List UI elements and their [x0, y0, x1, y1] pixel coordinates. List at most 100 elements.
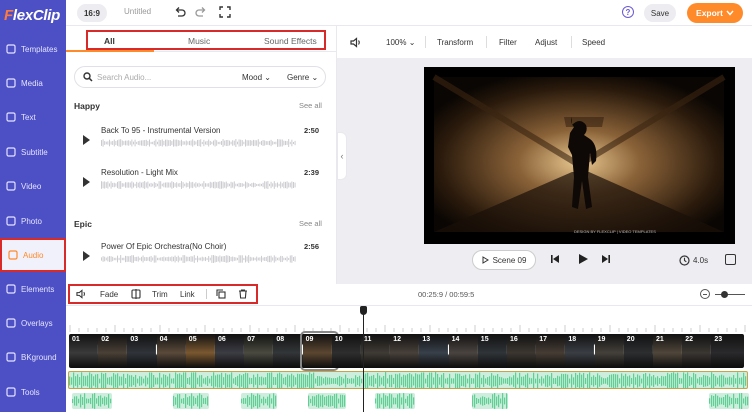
delete-icon[interactable] [238, 289, 248, 299]
sidebar-item-text[interactable]: Text [0, 102, 66, 132]
scene-number: 02 [101, 336, 109, 343]
sound-effect-clip[interactable] [72, 393, 112, 409]
see-all-happy[interactable]: See all [299, 101, 322, 110]
scene-number: 21 [656, 336, 664, 343]
search-input[interactable]: Search Audio... Mood ⌄ Genre ⌄ [74, 66, 326, 88]
aspect-ratio-button[interactable]: 16:9 [77, 4, 107, 22]
scene-duration[interactable]: 4.0s [679, 250, 715, 270]
mood-filter[interactable]: Mood ⌄ [242, 73, 271, 82]
fullscreen-icon[interactable] [725, 254, 736, 265]
playhead-handle[interactable] [360, 306, 367, 315]
audio-waveform [375, 393, 415, 409]
sidebar-item-label: Video [21, 181, 42, 191]
sidebar-item-audio[interactable]: Audio [0, 238, 66, 272]
sidebar-item-tools[interactable]: Tools [0, 377, 66, 407]
export-button[interactable]: Export [687, 3, 743, 23]
scene-number: 11 [364, 336, 372, 343]
adjust-button[interactable]: Adjust [535, 38, 557, 47]
audio-track-clip[interactable] [68, 371, 748, 389]
preview-toolbar: 100% ⌄ Transform Filter Adjust Speed [337, 26, 752, 58]
sidebar-item-video[interactable]: Video [0, 171, 66, 201]
next-scene-icon[interactable] [601, 254, 611, 264]
volume-icon[interactable] [350, 37, 362, 48]
track-duration: 2:50 [304, 126, 320, 135]
sidebar-item-elements[interactable]: Elements [0, 274, 66, 304]
scene-thumbnail[interactable]: 04 [156, 334, 190, 368]
section-title-happy: Happy [74, 101, 100, 111]
sidebar-item-label: Elements [21, 284, 55, 294]
sidebar-item-bkground[interactable]: BKground [0, 342, 66, 372]
sound-effect-clip[interactable] [241, 393, 277, 409]
play-icon [482, 256, 489, 264]
sound-effect-clip[interactable] [308, 393, 346, 409]
scene-thumbnail[interactable]: 09 [299, 331, 339, 371]
scene-number: 16 [510, 336, 518, 343]
scene-thumbnail[interactable]: 20 [623, 334, 657, 368]
fit-screen-icon[interactable] [219, 6, 231, 18]
redo-icon[interactable] [195, 6, 207, 18]
sidebar-item-subtitle[interactable]: Subtitle [0, 137, 66, 167]
scene-thumbnail[interactable]: 15 [477, 334, 511, 368]
list-item[interactable]: Resolution - Light Mix 2:39 [66, 168, 337, 208]
save-button[interactable]: Save [644, 4, 676, 22]
help-icon[interactable]: ? [622, 6, 634, 18]
scene-thumbnail[interactable]: 23 [711, 334, 745, 368]
transform-button[interactable]: Transform [437, 38, 473, 47]
scene-number: 03 [130, 336, 139, 343]
trim-button[interactable]: Trim [152, 290, 168, 299]
audio-waveform [72, 393, 112, 409]
fade-button[interactable]: Fade [100, 290, 118, 299]
sound-effect-clip[interactable] [375, 393, 415, 409]
flexclip-logo[interactable]: FlexClip [0, 0, 66, 30]
split-icon[interactable] [131, 289, 141, 299]
genre-filter[interactable]: Genre ⌄ [287, 73, 318, 82]
play-icon[interactable] [83, 177, 90, 187]
scene-thumbnail[interactable]: 14 [448, 334, 482, 368]
sidebar-item-label: Tools [21, 387, 40, 397]
sound-effect-clip[interactable] [709, 393, 749, 409]
duplicate-icon[interactable] [216, 289, 226, 299]
play-icon[interactable] [83, 135, 90, 145]
tab-sound-effects[interactable]: Sound Effects [264, 36, 317, 46]
zoom-dropdown[interactable]: 100% ⌄ [386, 38, 415, 47]
tab-music[interactable]: Music [188, 36, 210, 46]
sidebar-item-photo[interactable]: Photo [0, 206, 66, 236]
scene-number: 14 [451, 336, 460, 343]
list-item[interactable]: Power Of Epic Orchestra(No Choir) 2:56 [66, 242, 337, 282]
list-item[interactable]: Back To 95 - Instrumental Version 2:50 [66, 126, 337, 166]
sound-effect-clip[interactable] [173, 393, 209, 409]
play-button[interactable] [577, 253, 589, 265]
undo-icon[interactable] [174, 6, 186, 18]
audio-waveform [173, 393, 209, 409]
filter-button[interactable]: Filter [499, 38, 517, 47]
scene-number: 08 [276, 336, 285, 343]
scene-thumbnail[interactable]: 10 [331, 334, 365, 368]
zoom-slider-handle[interactable] [720, 291, 728, 298]
zoom-slider[interactable] [715, 294, 745, 295]
sidebar-item-media[interactable]: Media [0, 68, 66, 98]
sound-effect-clip[interactable] [472, 393, 508, 409]
link-button[interactable]: Link [180, 290, 195, 299]
play-icon[interactable] [83, 251, 90, 261]
project-title[interactable]: Untitled [124, 7, 151, 16]
background-icon [6, 352, 16, 362]
collapse-panel-button[interactable]: ‹ [337, 132, 347, 180]
scene-thumbnail[interactable]: 19 [594, 334, 628, 368]
volume-icon[interactable] [76, 289, 87, 299]
clock-icon [679, 254, 690, 266]
previous-scene-icon[interactable] [550, 254, 560, 264]
timeline-ruler[interactable] [66, 305, 752, 332]
sidebar-item-overlays[interactable]: Overlays [0, 308, 66, 338]
zoom-out-icon[interactable] [700, 289, 710, 299]
export-label: Export [696, 8, 723, 18]
sidebar-item-templates[interactable]: Templates [0, 34, 66, 64]
scene-selector[interactable]: Scene 09 [472, 250, 536, 270]
top-bar: 16:9 Untitled ? Save Export [66, 0, 752, 26]
speed-button[interactable]: Speed [582, 38, 605, 47]
divider [425, 36, 426, 48]
playhead[interactable] [363, 306, 364, 412]
video-preview[interactable]: DESIGN BY FLEXCLIP | VIDEO TEMPLATES [424, 67, 735, 244]
see-all-epic[interactable]: See all [299, 219, 322, 228]
scene-thumbnail[interactable]: 05 [185, 334, 219, 368]
tab-all[interactable]: All [104, 36, 115, 46]
